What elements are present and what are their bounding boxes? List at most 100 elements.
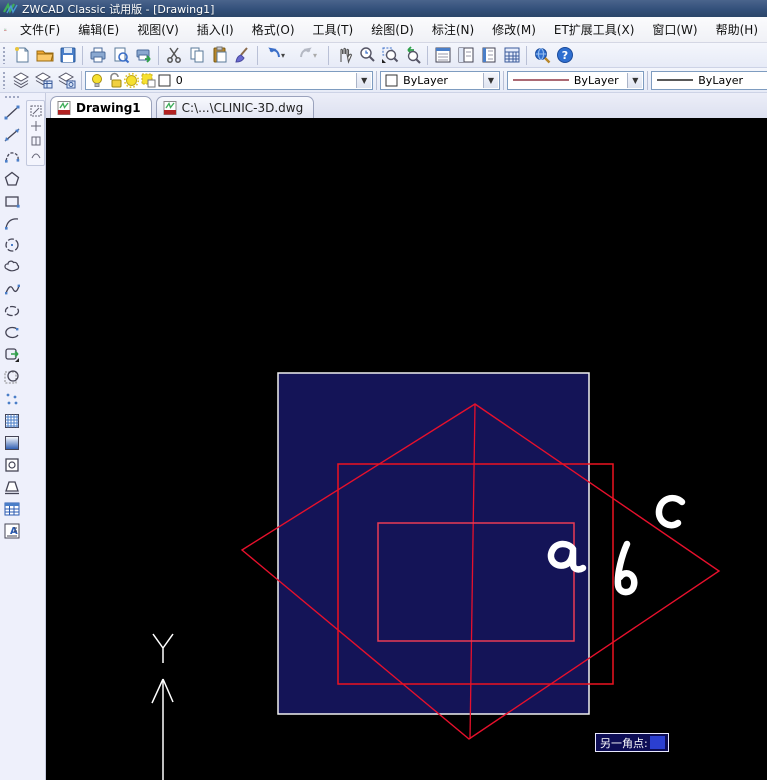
- document-tab-bar: Drawing1 C:\...\CLINIC-3D.dwg: [46, 93, 767, 118]
- color-dropdown[interactable]: ByLayer ▼: [380, 70, 500, 90]
- toolbar-grip[interactable]: [2, 46, 7, 64]
- menu-insert[interactable]: 插入(I): [188, 17, 243, 42]
- zoom-realtime-button[interactable]: [355, 44, 378, 66]
- open-button[interactable]: [33, 44, 56, 66]
- menu-dimension[interactable]: 标注(N): [423, 17, 483, 42]
- print-button[interactable]: [86, 44, 109, 66]
- linetype-sample-icon: [512, 79, 569, 81]
- menu-modify[interactable]: 修改(M): [483, 17, 545, 42]
- circle-tool[interactable]: [1, 234, 23, 256]
- dynamic-input-field[interactable]: [649, 736, 665, 749]
- ellipse-arc-tool[interactable]: [1, 322, 23, 344]
- cut-button[interactable]: [162, 44, 185, 66]
- layer-manager-button[interactable]: [33, 69, 56, 91]
- publish-button[interactable]: [132, 44, 155, 66]
- zoom-window-button[interactable]: [378, 44, 401, 66]
- menu-format[interactable]: 格式(O): [243, 17, 304, 42]
- pan-button[interactable]: [332, 44, 355, 66]
- undo-button[interactable]: ▾: [261, 44, 293, 66]
- linetype-dropdown-arrow[interactable]: ▼: [627, 72, 643, 88]
- menu-help[interactable]: 帮助(H): [707, 17, 767, 42]
- print-preview-button[interactable]: [109, 44, 132, 66]
- redo-button[interactable]: ▾: [293, 44, 325, 66]
- undo-dropdown-icon[interactable]: ▾: [281, 51, 289, 60]
- menu-draw[interactable]: 绘图(D): [362, 17, 423, 42]
- quick-calc-button[interactable]: [500, 44, 523, 66]
- point-tool[interactable]: [1, 388, 23, 410]
- layer-dropdown-arrow[interactable]: ▼: [356, 72, 372, 88]
- wipeout-icon: [5, 481, 19, 495]
- revision-cloud-tool[interactable]: [1, 256, 23, 278]
- layer-properties-button[interactable]: [10, 69, 33, 91]
- layer-states-button[interactable]: [55, 69, 78, 91]
- polygon-tool[interactable]: [1, 168, 23, 190]
- design-center-button[interactable]: [454, 44, 477, 66]
- printer-icon: [90, 47, 105, 63]
- mini-toolbar: [26, 100, 45, 166]
- save-button[interactable]: [56, 44, 79, 66]
- linetype-dropdown[interactable]: ByLayer ▼: [506, 70, 645, 90]
- menu-tools[interactable]: 工具(T): [304, 17, 363, 42]
- mini-tool-icon-3[interactable]: [28, 133, 43, 148]
- toolbar-grip[interactable]: [2, 71, 7, 89]
- menu-express-tools[interactable]: ET扩展工具(X): [545, 17, 644, 42]
- menu-window[interactable]: 窗口(W): [643, 17, 706, 42]
- copy-icon: [190, 47, 203, 63]
- dynamic-input-tooltip: 另一角点:: [595, 733, 669, 752]
- table-tool[interactable]: [1, 498, 23, 520]
- layer-on-bulb-icon: [91, 73, 102, 87]
- dwg-logo-icon: DWG: [4, 28, 7, 31]
- match-properties-button[interactable]: [231, 44, 254, 66]
- linetype-current-value: ByLayer: [573, 73, 619, 87]
- mini-tool-icon-1[interactable]: [28, 103, 43, 118]
- paste-button[interactable]: [208, 44, 231, 66]
- tool-palettes-button[interactable]: [477, 44, 500, 66]
- polyline-tool[interactable]: [1, 146, 23, 168]
- revision-cloud-icon: [4, 260, 20, 272]
- tab-drawing1[interactable]: Drawing1: [50, 96, 152, 118]
- scissors-icon: [166, 47, 181, 63]
- circle-icon: [5, 238, 19, 252]
- color-dropdown-arrow[interactable]: ▼: [482, 72, 498, 88]
- redo-dropdown-icon[interactable]: ▾: [313, 51, 321, 60]
- toolbar-grip[interactable]: [4, 95, 20, 100]
- help-button[interactable]: ?: [553, 44, 576, 66]
- annotation-b-stroke: [614, 540, 638, 596]
- wipeout-tool[interactable]: [1, 476, 23, 498]
- dwg-file-icon: [57, 100, 71, 115]
- annotation-c-stroke: [655, 494, 686, 529]
- color-current-value: ByLayer: [403, 73, 448, 87]
- layer-dropdown[interactable]: 0 ▼: [84, 70, 374, 90]
- drawing-canvas[interactable]: 另一角点:: [46, 118, 767, 780]
- gradient-tool[interactable]: [1, 432, 23, 454]
- help-icon: ?: [556, 47, 573, 63]
- find-button[interactable]: [530, 44, 553, 66]
- lineweight-dropdown[interactable]: ByLayer: [651, 70, 767, 90]
- open-folder-icon: [36, 50, 54, 62]
- zoom-previous-button[interactable]: [401, 44, 424, 66]
- spline-tool[interactable]: [1, 278, 23, 300]
- properties-palette-button[interactable]: [431, 44, 454, 66]
- insert-block-tool[interactable]: [1, 344, 23, 366]
- mini-tool-icon-2[interactable]: [28, 118, 43, 133]
- rectangle-tool[interactable]: [1, 190, 23, 212]
- line-tool[interactable]: [1, 102, 23, 124]
- new-button[interactable]: [10, 44, 33, 66]
- copy-button[interactable]: [185, 44, 208, 66]
- construction-line-icon: [4, 128, 20, 142]
- layer-manager-icon: [35, 72, 53, 89]
- hatch-tool[interactable]: [1, 410, 23, 432]
- zoom-previous-icon: [406, 46, 421, 64]
- mtext-tool[interactable]: A: [1, 520, 23, 542]
- make-block-tool[interactable]: [1, 366, 23, 388]
- mini-tool-icon-4[interactable]: [28, 148, 43, 163]
- menu-file[interactable]: 文件(F): [11, 17, 69, 42]
- tab-clinic-3d[interactable]: C:\...\CLINIC-3D.dwg: [155, 96, 315, 118]
- arc-tool[interactable]: [1, 212, 23, 234]
- svg-text:?: ?: [561, 49, 567, 62]
- menu-view[interactable]: 视图(V): [128, 17, 188, 42]
- ellipse-tool[interactable]: [1, 300, 23, 322]
- menu-edit[interactable]: 编辑(E): [69, 17, 128, 42]
- construction-line-tool[interactable]: [1, 124, 23, 146]
- region-tool[interactable]: [1, 454, 23, 476]
